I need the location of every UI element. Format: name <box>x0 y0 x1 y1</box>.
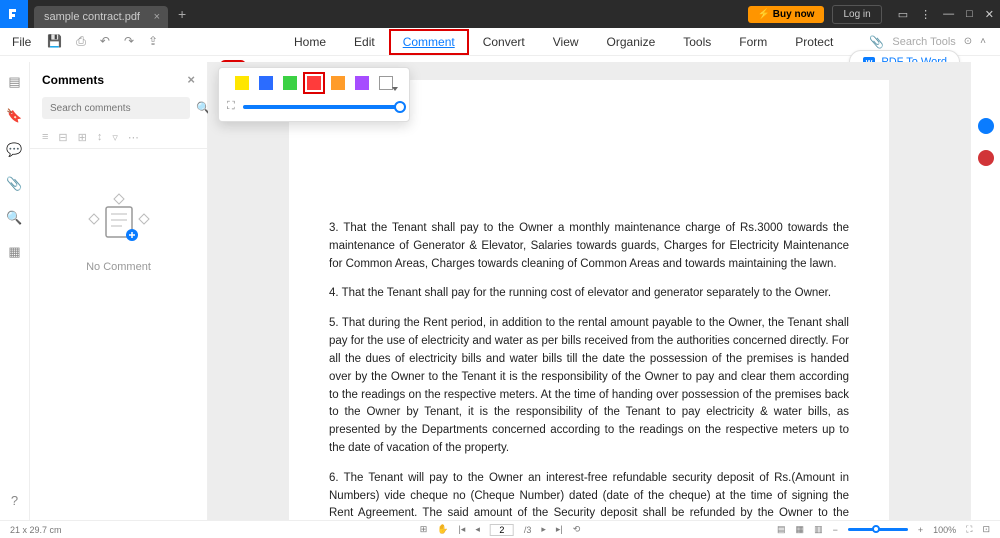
next-page-icon[interactable]: ▸ <box>541 524 546 535</box>
filter-4[interactable]: ↕ <box>97 131 103 144</box>
empty-comments-icon <box>84 189 154 249</box>
ai-tool-icon[interactable] <box>978 118 994 134</box>
color-purple[interactable] <box>355 76 369 90</box>
thumbnails-icon[interactable]: ▤ <box>8 74 20 90</box>
tab-convert[interactable]: Convert <box>469 29 539 55</box>
attachments-icon[interactable]: 📎 <box>6 176 22 192</box>
comments-rail-icon[interactable]: 💬 <box>6 142 22 158</box>
tab-protect[interactable]: Protect <box>781 29 847 55</box>
view-mode-3[interactable]: ▥ <box>814 524 823 535</box>
comments-panel: Comments × 🔍 ≡ ⊟ ⊞ ↕ ▿ ⋯ No Comment <box>30 62 208 520</box>
color-blue[interactable] <box>259 76 273 90</box>
collapse-icon[interactable]: ⊙ <box>964 36 972 47</box>
attachment-icon[interactable]: 📎 <box>869 35 884 49</box>
save-icon[interactable]: 💾 <box>47 34 62 49</box>
tab-title: sample contract.pdf <box>44 11 140 23</box>
rotate-icon[interactable]: ⟲ <box>573 524 581 535</box>
app-logo[interactable] <box>0 0 28 28</box>
zoom-thumb[interactable] <box>872 525 880 533</box>
paragraph-4: 4. That the Tenant shall pay for the run… <box>329 285 849 303</box>
tab-organize[interactable]: Organize <box>593 29 670 55</box>
zoom-in-icon[interactable]: + <box>918 525 923 535</box>
page-number-input[interactable] <box>490 524 514 536</box>
zoom-slider[interactable] <box>848 528 908 531</box>
search-tools-input[interactable]: Search Tools <box>892 36 955 48</box>
file-menu[interactable]: File <box>0 35 43 49</box>
minimize-icon[interactable]: — <box>943 8 954 21</box>
color-yellow[interactable] <box>235 76 249 90</box>
filter-5[interactable]: ▿ <box>112 131 118 144</box>
tab-edit[interactable]: Edit <box>340 29 389 55</box>
search-rail-icon[interactable]: 🔍 <box>6 210 22 226</box>
close-panel-icon[interactable]: × <box>187 72 195 87</box>
expand-icon[interactable]: ˄ <box>980 36 986 47</box>
print-icon[interactable]: ⎙ <box>76 34 86 49</box>
paragraph-6: 6. The Tenant will pay to the Owner an i… <box>329 470 849 520</box>
statusbar: 21 x 29.7 cm ⊞ ✋ |◂ ◂ /3 ▸ ▸| ⟲ ▤ ▦ ▥ − … <box>0 520 1000 538</box>
pdf-page: 3. That the Tenant shall pay to the Owne… <box>289 80 889 520</box>
color-swatches <box>227 76 401 90</box>
prev-page-icon[interactable]: ◂ <box>475 524 480 535</box>
color-green[interactable] <box>283 76 297 90</box>
filter-3[interactable]: ⊞ <box>78 131 87 144</box>
last-page-icon[interactable]: ▸| <box>556 524 563 535</box>
paragraph-5: 5. That during the Rent period, in addit… <box>329 315 849 458</box>
color-custom[interactable] <box>379 76 393 90</box>
fullscreen-icon[interactable]: ⛶ <box>966 524 972 535</box>
slider-thumb[interactable] <box>394 101 406 113</box>
comment-filters: ≡ ⊟ ⊞ ↕ ▿ ⋯ <box>30 127 207 149</box>
bookmarks-icon[interactable]: 🔖 <box>6 108 22 124</box>
color-orange[interactable] <box>331 76 345 90</box>
comments-search-input[interactable] <box>42 97 190 119</box>
undo-icon[interactable]: ↶ <box>100 34 110 49</box>
view-mode-2[interactable]: ▦ <box>796 524 805 535</box>
hand-icon[interactable]: ✋ <box>437 524 448 535</box>
document-tab[interactable]: sample contract.pdf × <box>34 6 168 28</box>
zoom-value[interactable]: 100% <box>933 525 956 535</box>
fit-icon[interactable]: ⊞ <box>420 524 428 535</box>
fit-width-icon[interactable]: ⊡ <box>982 524 990 535</box>
titlebar: sample contract.pdf × + ⚡ Buy now Log in… <box>0 0 1000 28</box>
buy-now-button[interactable]: ⚡ Buy now <box>748 6 825 23</box>
document-viewport[interactable]: 3. That the Tenant shall pay to the Owne… <box>208 62 970 520</box>
close-icon[interactable]: × <box>154 11 160 23</box>
help-icon[interactable]: ? <box>11 493 18 508</box>
filter-2[interactable]: ⊟ <box>58 131 67 144</box>
right-rail <box>970 62 1000 520</box>
highlighter-panel: ⛶ <box>218 67 410 122</box>
window-controls: ▭ ⋮ — □ ✕ <box>898 8 994 21</box>
first-page-icon[interactable]: |◂ <box>458 524 465 535</box>
empty-text: No Comment <box>86 261 151 273</box>
window-menu-icon[interactable]: ▭ <box>898 8 908 21</box>
tab-home[interactable]: Home <box>280 29 340 55</box>
redo-icon[interactable]: ↷ <box>124 34 134 49</box>
new-tab-button[interactable]: + <box>178 6 186 22</box>
menu-tabs: Home Edit Comment Convert View Organize … <box>280 29 847 55</box>
color-red[interactable] <box>307 76 321 90</box>
close-window-icon[interactable]: ✕ <box>985 8 994 21</box>
filter-1[interactable]: ≡ <box>42 131 48 144</box>
tab-view[interactable]: View <box>539 29 593 55</box>
empty-state: No Comment <box>30 189 207 273</box>
zoom-out-icon[interactable]: − <box>833 525 838 535</box>
view-mode-1[interactable]: ▤ <box>777 524 786 535</box>
expand-icon[interactable]: ⛶ <box>227 100 235 113</box>
tab-comment[interactable]: Comment <box>389 29 469 55</box>
share-icon[interactable]: ⇪ <box>148 34 158 49</box>
word-tool-icon[interactable] <box>978 150 994 166</box>
fields-icon[interactable]: ▦ <box>8 244 20 260</box>
filter-6[interactable]: ⋯ <box>128 131 139 144</box>
page-dimensions: 21 x 29.7 cm <box>10 525 62 535</box>
login-button[interactable]: Log in <box>832 5 881 24</box>
menubar: File 💾 ⎙ ↶ ↷ ⇪ Home Edit Comment Convert… <box>0 28 1000 56</box>
tab-tools[interactable]: Tools <box>669 29 725 55</box>
maximize-icon[interactable]: □ <box>966 8 973 21</box>
left-rail: ▤ 🔖 💬 📎 🔍 ▦ ? <box>0 62 30 520</box>
more-icon[interactable]: ⋮ <box>920 8 931 21</box>
opacity-slider[interactable] <box>243 105 401 109</box>
paragraph-3: 3. That the Tenant shall pay to the Owne… <box>329 220 849 273</box>
comments-title: Comments <box>42 73 104 87</box>
tab-form[interactable]: Form <box>725 29 781 55</box>
total-pages: /3 <box>524 525 532 535</box>
